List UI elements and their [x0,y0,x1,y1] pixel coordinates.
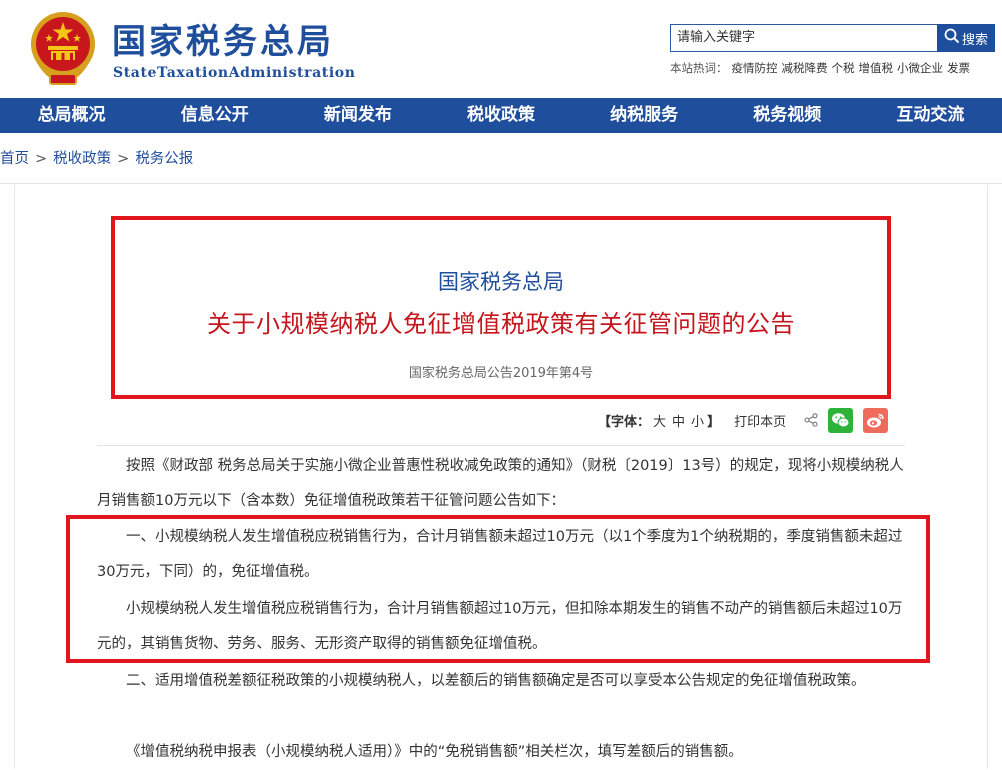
search-input[interactable]: 请输入关键字 [670,24,938,52]
breadcrumb-home[interactable]: 首页 [0,151,29,167]
hotword-link[interactable]: 疫情防控 [732,61,778,75]
nav-item-disclosure[interactable]: 信息公开 [143,98,286,133]
breadcrumb-tax-policy[interactable]: 税收政策 [53,151,111,167]
hotword-link[interactable]: 个税 [832,61,855,75]
breadcrumb-separator: > [117,151,130,167]
article-paragraph: 按照《财政部 税务总局关于实施小微企业普惠性税收减免政策的通知》（财税〔2019… [97,458,904,509]
print-page-link[interactable]: 打印本页 [734,411,786,430]
nav-item-overview[interactable]: 总局概况 [0,98,143,133]
hotword-link[interactable]: 减税降费 [782,61,828,75]
search-button[interactable]: 搜索 [937,24,995,52]
font-size-small[interactable]: 小 [691,411,704,430]
article-paragraph: 《增值税纳税申报表（小规模纳税人适用）》中的“免税销售额”相关栏次，填写差额后的… [126,744,743,760]
nav-item-tax-policy[interactable]: 税收政策 [429,98,572,133]
font-size-medium[interactable]: 中 [672,411,685,430]
hotword-link[interactable]: 增值税 [859,61,894,75]
article-title: 关于小规模纳税人免征增值税政策有关征管问题的公告 [207,310,795,338]
font-size-close: 】 [707,414,721,430]
national-emblem-icon[interactable] [28,10,98,86]
site-subtitle: StateTaxationAdministration [113,65,356,81]
hotwords-label: 本站热词： [670,61,728,75]
breadcrumb-tax-bulletin[interactable]: 税务公报 [135,151,193,167]
article-org: 国家税务总局 [438,270,564,294]
hotword-link[interactable]: 小微企业 [897,61,943,75]
nav-item-interaction[interactable]: 互动交流 [859,98,1002,133]
font-size-label: 【字体： [598,414,651,430]
search-icon [944,28,960,48]
breadcrumb: 首页 > 税收政策 > 税务公报 [0,133,1002,184]
site-title[interactable]: 国家税务总局 [112,22,334,62]
nav-item-taxpayer-service[interactable]: 纳税服务 [573,98,716,133]
main-nav: 总局概况 信息公开 新闻发布 税收政策 纳税服务 税务视频 互动交流 [0,98,1002,133]
nav-item-news[interactable]: 新闻发布 [286,98,429,133]
breadcrumb-separator: > [35,151,48,167]
hotword-link[interactable]: 发票 [947,61,970,75]
section-highlight-box [66,515,930,663]
share-icon[interactable] [804,413,818,427]
content-divider [97,445,905,446]
article-paragraph: 二、适用增值税差额征税政策的小规模纳税人，以差额后的销售额确定是否可以享受本公告… [126,673,866,689]
article-doc-number: 国家税务总局公告2019年第4号 [408,366,594,381]
font-size-large[interactable]: 大 [653,411,666,430]
hotwords-bar: 本站热词： 疫情防控 减税降费 个税 增值税 小微企业 发票 [670,60,970,76]
search-button-label: 搜索 [961,32,988,48]
article-tools: 【字体： 大 中 小 】 打印本页 [598,406,889,434]
nav-item-videos[interactable]: 税务视频 [716,98,859,133]
site-header: 国家税务总局 StateTaxationAdministration 请输入关键… [0,0,1002,98]
weibo-icon[interactable] [863,407,889,433]
wechat-icon[interactable] [828,407,854,433]
